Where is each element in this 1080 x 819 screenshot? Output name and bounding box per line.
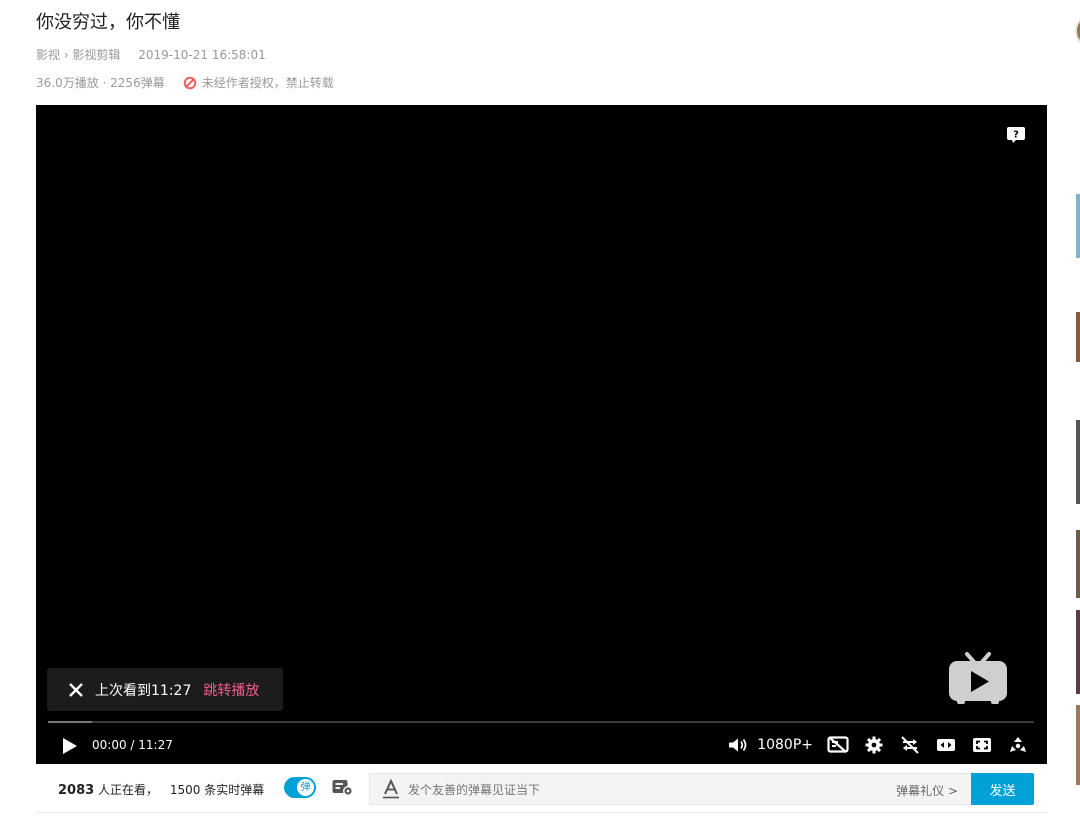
sidebar-thumbnail[interactable] — [1076, 610, 1080, 694]
danmaku-hide-button[interactable] — [827, 735, 849, 755]
resume-toast: 上次看到11:27 跳转播放 — [47, 668, 283, 711]
video-title: 你没穷过，你不懂 — [36, 12, 180, 33]
danmaku-settings-icon[interactable] — [332, 779, 354, 797]
settings-icon — [865, 736, 883, 754]
danmaku-bar: 2083 人正在看， 1500 条实时弹幕 弹 弹幕礼仪 > 发送 — [36, 764, 1047, 813]
progress-bar[interactable] — [48, 721, 1034, 723]
danmaku-etiquette-link[interactable]: 弹幕礼仪 > — [896, 782, 958, 799]
widescreen-icon — [937, 739, 955, 751]
player-controls: 00:00 / 11:27 1080P+ — [36, 729, 1047, 761]
viewers-label: 人正在看， — [98, 783, 159, 797]
volume-button[interactable] — [727, 735, 749, 755]
resume-text: 上次看到11:27 — [95, 682, 192, 699]
publish-time: 2019-10-21 16:58:01 — [138, 48, 266, 62]
danmaku-hide-icon — [827, 736, 849, 753]
help-icon[interactable]: ? — [1007, 127, 1025, 143]
ban-icon — [183, 76, 197, 89]
danmaku-input-wrap: 弹幕礼仪 > — [369, 773, 973, 806]
loop-button[interactable] — [899, 735, 921, 755]
live-count: 1500 — [169, 783, 201, 797]
danmaku-input[interactable] — [406, 774, 890, 806]
current-time: 00:00 — [92, 738, 127, 752]
svg-text:?: ? — [1013, 130, 1019, 141]
time-display: 00:00 / 11:27 — [92, 738, 173, 752]
widescreen-button[interactable] — [935, 735, 957, 755]
sidebar-thumbnail[interactable] — [1076, 420, 1080, 504]
sidebar-thumbnail[interactable] — [1076, 530, 1080, 598]
video-meta: 影视 › 影视剪辑 2019-10-21 16:58:01 — [36, 46, 266, 63]
close-icon[interactable] — [68, 682, 84, 698]
duration: 11:27 — [138, 738, 173, 752]
viewer-info: 2083 人正在看， 1500 条实时弹幕 — [58, 781, 264, 798]
fullscreen-button[interactable] — [1007, 735, 1029, 755]
live-label: 条实时弹幕 — [204, 783, 265, 797]
loop-off-icon — [901, 736, 919, 754]
viewers-count: 2083 — [58, 783, 95, 798]
video-player[interactable]: ? 上次看到11:27 跳转播放 00:00 / 11:27 1080P+ — [36, 105, 1047, 764]
avatar[interactable] — [1075, 14, 1080, 48]
video-stats: 36.0万播放 · 2256弹幕 — [36, 76, 165, 90]
sidebar-thumbnail[interactable] — [1076, 705, 1080, 785]
font-style-icon[interactable] — [382, 779, 400, 799]
resume-jump-link[interactable]: 跳转播放 — [203, 680, 259, 700]
copyright-notice: 未经作者授权，禁止转载 — [183, 74, 334, 91]
web-fullscreen-icon — [973, 738, 991, 752]
sidebar-thumbnail[interactable] — [1076, 312, 1080, 362]
play-icon[interactable] — [62, 737, 78, 755]
volume-icon — [729, 738, 747, 752]
breadcrumb[interactable]: 影视 › 影视剪辑 — [36, 48, 120, 62]
fullscreen-icon — [1010, 737, 1026, 752]
send-danmaku-button[interactable]: 发送 — [971, 773, 1034, 805]
danmaku-toggle[interactable]: 弹 — [284, 777, 316, 798]
sidebar-thumbnail[interactable] — [1076, 194, 1080, 258]
web-fullscreen-button[interactable] — [971, 735, 993, 755]
settings-button[interactable] — [863, 735, 885, 755]
time-separator: / — [126, 738, 139, 752]
video-stats-row: 36.0万播放 · 2256弹幕 未经作者授权，禁止转载 — [36, 74, 334, 91]
quality-selector[interactable]: 1080P+ — [757, 737, 813, 753]
copyright-text: 未经作者授权，禁止转载 — [201, 76, 334, 90]
bilibili-tv-icon — [949, 652, 1007, 704]
progress-buffered — [48, 721, 93, 723]
danmaku-toggle-knob: 弹 — [297, 779, 314, 796]
controls-right: 1080P+ — [727, 733, 1029, 757]
